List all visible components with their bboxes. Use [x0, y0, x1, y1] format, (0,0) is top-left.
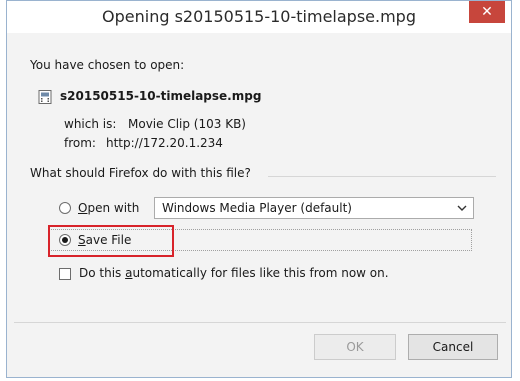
auto-checkbox-label[interactable]: Do this automatically for files like thi…: [79, 266, 389, 280]
application-select-value: Windows Media Player (default): [162, 201, 352, 215]
section-divider: [268, 176, 496, 177]
close-icon: ✕: [481, 4, 493, 20]
dialog-title: Opening s20150515-10-timelapse.mpg: [102, 7, 416, 26]
ok-button[interactable]: OK: [314, 334, 396, 360]
footer-divider: [14, 322, 506, 323]
source-url: http://172.20.1.234: [106, 136, 223, 150]
auto-checkbox[interactable]: [59, 268, 71, 280]
file-type-value: Movie Clip (103 KB): [128, 117, 246, 131]
action-question: What should Firefox do with this file?: [30, 166, 251, 180]
intro-text: You have chosen to open:: [30, 58, 185, 72]
from-label: from:: [64, 136, 96, 150]
highlight-box: [48, 225, 174, 257]
application-select[interactable]: Windows Media Player (default): [154, 197, 474, 219]
chevron-down-icon: [457, 205, 467, 211]
file-name: s20150515-10-timelapse.mpg: [60, 89, 262, 103]
title-bar: Opening s20150515-10-timelapse.mpg ✕: [7, 1, 511, 33]
open-with-radio[interactable]: [59, 202, 71, 214]
which-is-label: which is:: [64, 117, 117, 131]
close-button[interactable]: ✕: [469, 1, 505, 23]
video-file-icon: [38, 90, 52, 104]
open-with-label[interactable]: Open with: [78, 201, 139, 215]
cancel-button[interactable]: Cancel: [408, 334, 498, 360]
